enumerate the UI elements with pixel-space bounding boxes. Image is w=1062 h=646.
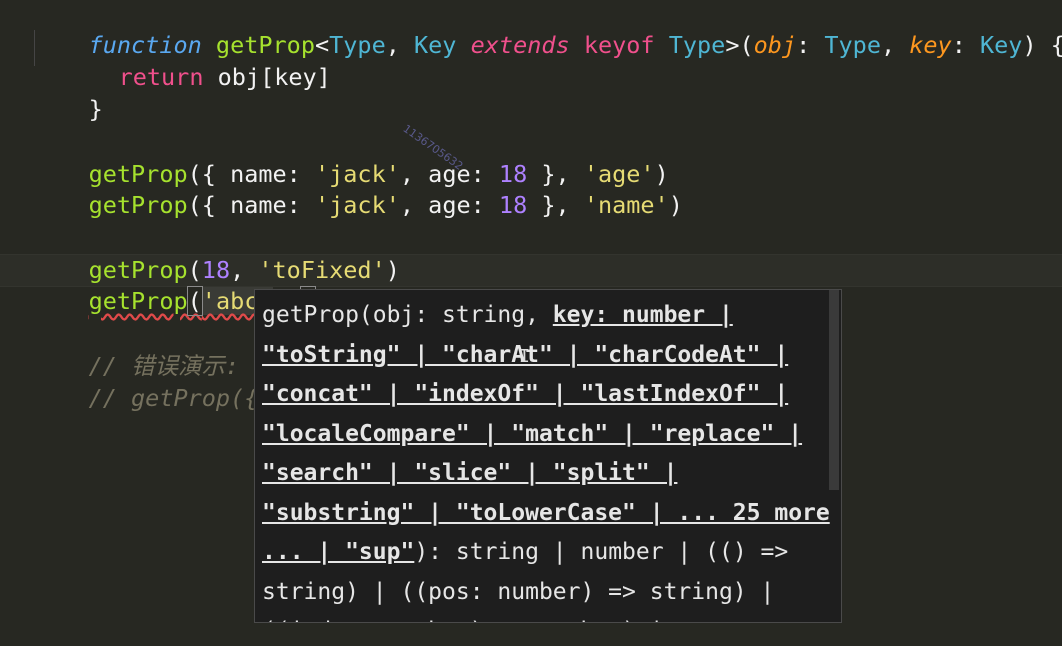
- code-line-4[interactable]: getProp({ name: 'jack', age: 18 }, 'age'…: [32, 126, 669, 188]
- param-key: key: [909, 31, 952, 59]
- keyword-return: return: [118, 63, 204, 91]
- param-obj: obj: [753, 31, 797, 59]
- keyword-keyof: keyof: [583, 31, 655, 59]
- close-brace-open: ) {: [1022, 31, 1062, 59]
- keyword-extends: extends: [470, 31, 570, 59]
- code-text: , age:: [399, 191, 499, 219]
- type-ref: Key: [980, 31, 1023, 59]
- comma: ,: [880, 31, 910, 59]
- signature-text: getProp(obj: string, key: number | "toSt…: [255, 290, 841, 622]
- code-text: ): [385, 256, 400, 284]
- code-line-3[interactable]: }: [32, 61, 103, 123]
- code-line-6[interactable]: getProp(18, 'toFixed'): [32, 222, 400, 284]
- type-ref: Type: [668, 31, 726, 59]
- active-parameter: key: number | "toString" | "charAt" | "c…: [262, 302, 830, 565]
- bracket-open: (: [186, 286, 203, 316]
- code-line-8[interactable]: // 错误演示:: [32, 318, 240, 380]
- type-param-type: Type: [329, 31, 386, 59]
- text-cursor-icon: I: [519, 346, 530, 367]
- type-ref: Type: [824, 31, 881, 59]
- number-literal: 18: [498, 191, 528, 219]
- code-line-1[interactable]: function getProp<Type, Key extends keyof…: [32, 0, 1062, 59]
- call-name: getProp: [88, 191, 188, 219]
- code-line-5[interactable]: getProp({ name: 'jack', age: 18 }, 'name…: [32, 157, 683, 219]
- code-line-7[interactable]: getProp('abc', ): [32, 253, 317, 316]
- colon: :: [796, 31, 825, 59]
- colon: :: [951, 31, 981, 59]
- code-text: ({ name:: [187, 191, 315, 219]
- tooltip-scrollbar[interactable]: [829, 290, 839, 490]
- signature-prefix: getProp(obj: string,: [262, 302, 553, 328]
- type-param-key: Key: [414, 31, 457, 59]
- code-text: ): [668, 191, 683, 219]
- signature-help-tooltip: getProp(obj: string, key: number | "toSt…: [254, 289, 842, 623]
- closing-brace: }: [88, 95, 103, 123]
- return-expression: obj[key]: [203, 63, 331, 91]
- angle-close-paren: >(: [725, 31, 754, 59]
- string-literal: 'name': [583, 191, 669, 219]
- string-literal: 'jack': [314, 191, 400, 219]
- comma: ,: [385, 31, 415, 59]
- code-text: },: [527, 191, 584, 219]
- call-name-error: getProp: [88, 287, 188, 315]
- code-line-2[interactable]: return obj[key]: [62, 29, 331, 91]
